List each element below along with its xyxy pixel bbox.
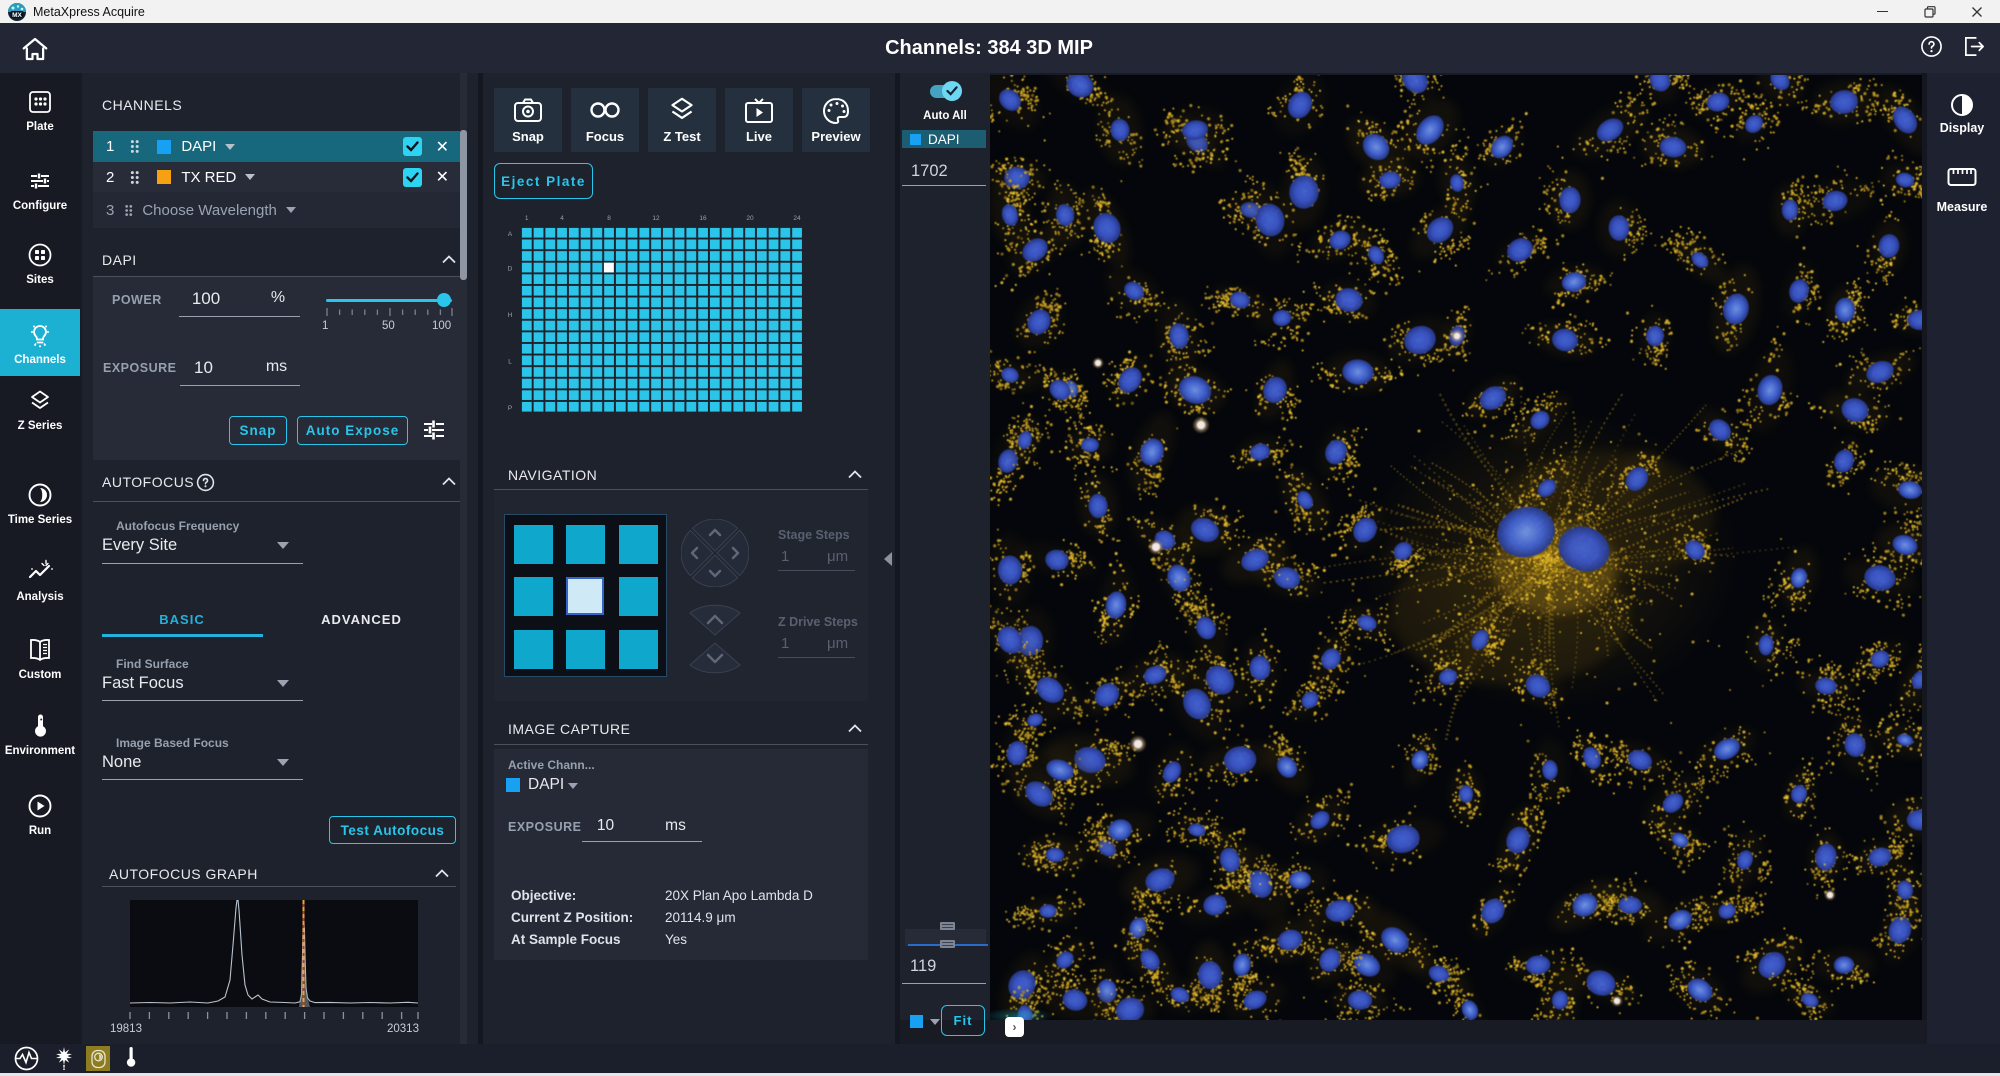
svg-text:16: 16 [699, 215, 707, 222]
svg-text:A: A [508, 231, 513, 238]
svg-text:24: 24 [793, 215, 801, 222]
svg-text:L: L [508, 359, 512, 366]
svg-text:D: D [508, 266, 513, 273]
svg-text:20: 20 [746, 215, 754, 222]
svg-text:MX: MX [12, 12, 22, 19]
svg-text:1: 1 [525, 215, 529, 222]
svg-text:P: P [508, 405, 512, 412]
svg-text:4: 4 [560, 215, 564, 222]
svg-text:8: 8 [607, 215, 611, 222]
svg-text:12: 12 [652, 215, 660, 222]
svg-text:H: H [508, 312, 513, 319]
